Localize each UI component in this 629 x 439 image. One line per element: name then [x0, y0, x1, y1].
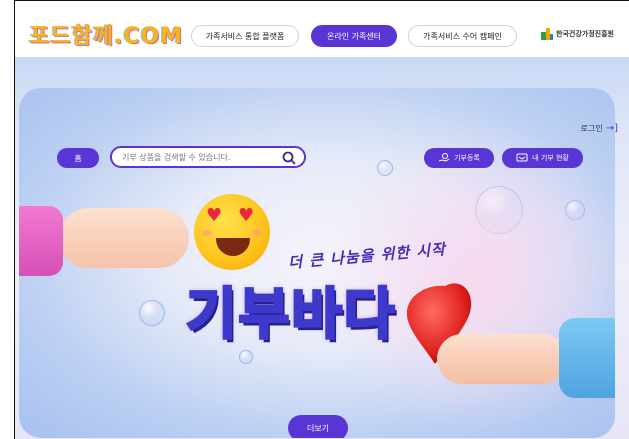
hero-title: 기부바다 [184, 281, 397, 348]
nav-online-family-center[interactable]: 온라인 가족센터 [311, 25, 397, 47]
org-name: 한국건강가정진흥원 [556, 30, 614, 38]
site-header: 포드함께.COM 가족서비스 통합 플랫폼 온라인 가족센터 가족서비스 수어 … [15, 1, 629, 59]
donation-register-button[interactable]: 기부등록 [424, 148, 494, 168]
site-logo[interactable]: 포드함께.COM [29, 18, 183, 50]
org-mark-icon [541, 28, 553, 40]
donation-register-label: 기부등록 [454, 154, 480, 162]
hand-donate-icon [438, 153, 450, 162]
my-donation-status-label: 내 기부 현황 [532, 154, 569, 162]
hero-banner: 로그인 →] ♥ ♥ 홈 기부 상품을 검색할 수 있습니다. 기부등록 내 기… [15, 57, 629, 439]
bubble-decoration [377, 160, 393, 176]
more-label: 더보기 [306, 423, 330, 433]
login-label: 로그인 [580, 124, 603, 133]
login-link[interactable]: 로그인 →] [581, 123, 618, 134]
hero-card: ♥ ♥ 홈 기부 상품을 검색할 수 있습니다. 기부등록 내 기부 현황 더 … [19, 88, 615, 438]
my-donation-status-button[interactable]: 내 기부 현황 [502, 148, 583, 168]
search-input[interactable] [122, 152, 282, 162]
bubble-decoration [139, 300, 165, 326]
nav-label: 가족서비스 통합 플랫폼 [205, 31, 285, 41]
logo-text: 포드함께.COM [29, 24, 184, 49]
nav-label: 온라인 가족센터 [326, 31, 382, 41]
nav-integrated-platform[interactable]: 가족서비스 통합 플랫폼 [191, 25, 299, 47]
bubble-decoration [565, 200, 585, 220]
right-hand-illustration [437, 334, 567, 384]
message-box-icon [516, 153, 528, 162]
nav-sign-language-campaign[interactable]: 가족서비스 수어 캠페인 [408, 25, 517, 47]
search-icon[interactable] [282, 151, 296, 165]
bubble-decoration [475, 186, 523, 234]
hero-tagline: 더 큰 나눔을 위한 시작 [287, 240, 447, 272]
nav-label: 가족서비스 수어 캠페인 [423, 31, 502, 41]
left-hand-illustration [59, 208, 189, 268]
home-label: 홈 [74, 153, 82, 163]
more-button[interactable]: 더보기 [288, 415, 348, 438]
right-sleeve-illustration [559, 318, 615, 398]
arrow-right-icon: →] [605, 123, 618, 134]
home-button[interactable]: 홈 [57, 148, 99, 168]
left-sleeve-illustration [19, 206, 63, 276]
donation-search-box [110, 146, 306, 168]
page-frame: 포드함께.COM 가족서비스 통합 플랫폼 온라인 가족센터 가족서비스 수어 … [14, 0, 629, 439]
org-logo[interactable]: 한국건강가정진흥원 [541, 28, 614, 40]
bubble-decoration [239, 350, 253, 364]
heart-eyes-emoji-icon: ♥ ♥ [194, 194, 270, 270]
